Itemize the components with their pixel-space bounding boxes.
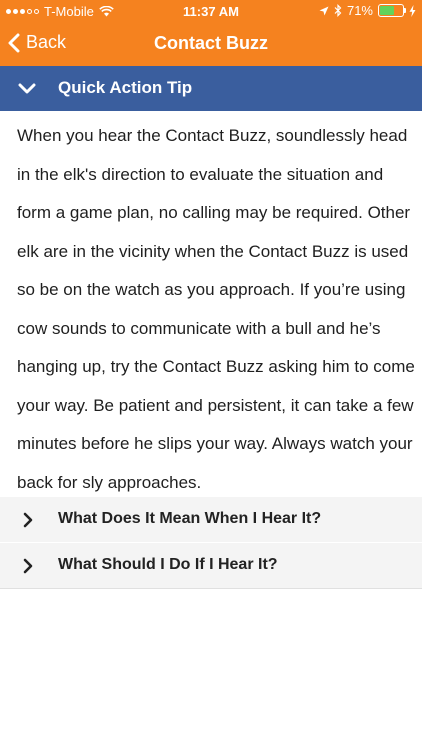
bluetooth-icon	[334, 4, 342, 17]
quick-action-tip-title: Quick Action Tip	[58, 78, 193, 97]
tip-body-text: When you hear the Contact Buzz, soundles…	[17, 126, 415, 492]
app-header: T-Mobile 11:37 AM 71% Back Contact Buzz	[0, 0, 422, 66]
location-arrow-icon	[319, 6, 329, 15]
status-right: 71%	[319, 3, 416, 18]
section-title: What Should I Do If I Hear It?	[58, 556, 278, 573]
navigation-bar: Back Contact Buzz	[0, 22, 422, 66]
section-what-should-i-do[interactable]: What Should I Do If I Hear It?	[0, 543, 422, 588]
status-bar: T-Mobile 11:37 AM 71%	[0, 0, 422, 22]
divider	[0, 588, 422, 589]
battery-percent: 71%	[346, 3, 373, 18]
section-title: What Does It Mean When I Hear It?	[58, 510, 322, 527]
battery-tip	[404, 8, 406, 13]
section-what-does-it-mean[interactable]: What Does It Mean When I Hear It?	[0, 497, 422, 542]
quick-action-tip-header[interactable]: Quick Action Tip	[0, 66, 422, 111]
page-title: Contact Buzz	[154, 33, 268, 53]
battery-icon	[378, 4, 406, 17]
chevron-right-icon	[23, 558, 33, 574]
chevron-right-icon	[23, 512, 33, 528]
chevron-down-icon	[18, 83, 36, 94]
battery-level-fill	[380, 6, 395, 15]
charging-bolt-icon	[409, 4, 416, 17]
